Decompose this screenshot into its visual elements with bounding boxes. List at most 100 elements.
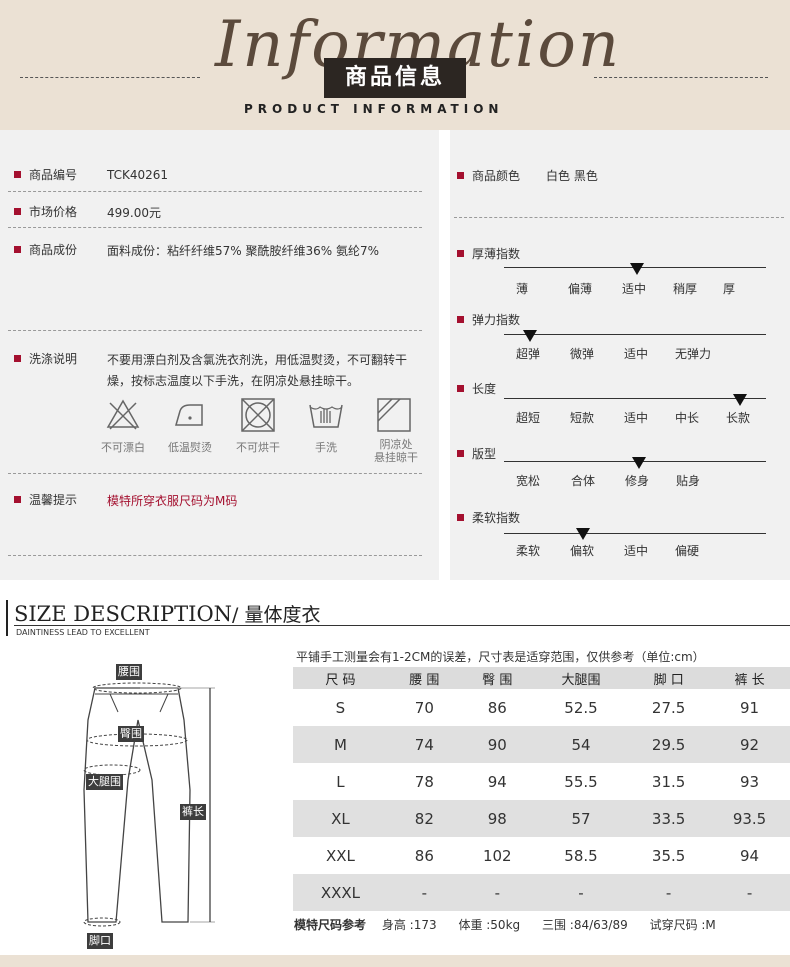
size-title-bar bbox=[6, 600, 8, 636]
scale-tick: 稍厚 bbox=[673, 282, 698, 296]
softness-scale-label: 柔软指数 bbox=[457, 509, 520, 526]
softness-scale-line bbox=[504, 533, 766, 534]
color-row: 商品颜色 bbox=[457, 167, 520, 184]
table-row: M 74 90 54 29.5 92 bbox=[293, 726, 790, 763]
fit-marker-icon bbox=[632, 457, 646, 469]
scale-tick: 薄 bbox=[516, 282, 529, 296]
softness-marker-icon bbox=[576, 528, 590, 540]
bullet-icon bbox=[14, 496, 21, 503]
waist-tag: 腰围 bbox=[116, 664, 142, 680]
model-measurements: 三围 :84/63/89 bbox=[541, 918, 628, 932]
divider bbox=[8, 191, 422, 192]
scale-tick: 适中 bbox=[624, 544, 649, 558]
divider bbox=[8, 473, 422, 474]
table-cell: 94 bbox=[487, 772, 507, 791]
table-cell: 94 bbox=[739, 846, 760, 865]
scale-tick: 偏软 bbox=[570, 544, 595, 558]
table-cell: 27.5 bbox=[651, 698, 686, 717]
table-cell: 78 bbox=[414, 772, 434, 791]
table-cell: 70 bbox=[414, 698, 434, 717]
hem-tag: 脚口 bbox=[87, 933, 113, 949]
table-cell: 58.5 bbox=[564, 846, 598, 865]
scale-tick: 柔软 bbox=[516, 544, 541, 558]
size-table: 尺 码 腰 围 臀 围 大腿围 脚 口 裤 长 S 70 86 52.5 27.… bbox=[293, 667, 790, 911]
model-height: 身高 :173 bbox=[381, 918, 437, 932]
col-header: 脚 口 bbox=[628, 667, 710, 689]
bullet-icon bbox=[14, 355, 21, 362]
product-attributes-panel: 商品颜色 白色 黑色 厚薄指数 薄 偏薄 适中 稍厚 厚 弹力指数 超弹 微弹 … bbox=[450, 130, 790, 580]
no-bleach-label: 不可漂白 bbox=[101, 441, 145, 454]
table-cell: 52.5 bbox=[564, 698, 598, 717]
table-cell: 102 bbox=[482, 846, 512, 865]
divider bbox=[8, 330, 422, 331]
length-scale-label: 长度 bbox=[457, 380, 496, 397]
size-title-underline bbox=[14, 625, 790, 626]
table-row: L 78 94 55.5 31.5 93 bbox=[293, 763, 790, 800]
market-price-value: 499.00元 bbox=[107, 206, 161, 220]
bullet-icon bbox=[457, 514, 464, 521]
table-cell: 31.5 bbox=[651, 772, 686, 791]
fit-scale-label: 版型 bbox=[457, 445, 496, 462]
table-cell: 54 bbox=[533, 726, 629, 763]
col-header: 尺 码 bbox=[293, 667, 388, 689]
table-cell: XXXL bbox=[293, 874, 388, 911]
scale-tick: 厚 bbox=[723, 282, 736, 296]
bullet-icon bbox=[457, 316, 464, 323]
table-cell: 29.5 bbox=[628, 726, 710, 763]
col-header: 臀 围 bbox=[460, 667, 534, 689]
size-note: 平铺手工测量会有1-2CM的误差，尺寸表是适穿范围，仅供参考（单位:cm） bbox=[296, 650, 705, 664]
table-cell: - bbox=[628, 874, 710, 911]
low-iron-icon bbox=[175, 404, 203, 426]
col-header: 腰 围 bbox=[387, 667, 461, 689]
size-section-subtitle: DAINTINESS LEAD TO EXCELLENT bbox=[16, 628, 150, 637]
hand-wash-label: 手洗 bbox=[315, 441, 337, 454]
product-code-value: TCK40261 bbox=[107, 168, 169, 182]
bullet-icon bbox=[457, 172, 464, 179]
composition-row: 商品成份 bbox=[14, 241, 77, 258]
market-price-row: 市场价格 bbox=[14, 203, 77, 220]
bullet-icon bbox=[457, 250, 464, 257]
model-size-reference: 模特尺码参考 身高 :173 体重 :50kg 三围 :84/63/89 试穿尺… bbox=[294, 916, 734, 933]
washing-row: 洗涤说明 bbox=[14, 350, 77, 367]
size-section-title: SIZE DESCRIPTION/ 量体度衣 bbox=[14, 602, 321, 626]
trousers-diagram bbox=[83, 682, 215, 927]
scale-tick: 适中 bbox=[624, 347, 649, 361]
hand-wash-icon bbox=[309, 404, 343, 428]
table-cell: - bbox=[387, 874, 461, 911]
shade-dry-icon bbox=[377, 398, 411, 432]
table-row: XXXL - - - - - bbox=[293, 874, 790, 911]
table-row: S 70 86 52.5 27.5 91 bbox=[293, 689, 790, 726]
header-banner: Information 商品信息 PRODUCT INFORMATION bbox=[0, 0, 790, 130]
scale-tick: 超短 bbox=[516, 411, 541, 425]
elasticity-marker-icon bbox=[523, 330, 537, 342]
table-cell: 92 bbox=[709, 726, 790, 763]
scale-tick: 短款 bbox=[570, 411, 595, 425]
bullet-icon bbox=[14, 171, 21, 178]
table-cell: 98 bbox=[460, 800, 534, 837]
bullet-icon bbox=[457, 385, 464, 392]
table-cell: 93.5 bbox=[709, 800, 790, 837]
elasticity-scale-line bbox=[504, 334, 766, 335]
table-cell: 93 bbox=[739, 772, 760, 791]
table-cell: 91 bbox=[739, 698, 760, 717]
tips-row: 温馨提示 bbox=[14, 491, 77, 508]
bottom-band bbox=[0, 955, 790, 967]
scale-tick: 修身 bbox=[625, 474, 650, 488]
no-tumble-dry-icon bbox=[241, 398, 275, 432]
table-cell: - bbox=[460, 874, 534, 911]
product-info-panel: 商品编号 TCK40261 市场价格 499.00元 商品成份 面料成份：粘纤纤… bbox=[0, 130, 439, 580]
col-header: 大腿围 bbox=[533, 667, 629, 689]
divider bbox=[8, 555, 422, 556]
table-cell: M bbox=[293, 726, 388, 763]
bullet-icon bbox=[14, 246, 21, 253]
scale-tick: 合体 bbox=[571, 474, 596, 488]
scale-tick: 适中 bbox=[622, 282, 647, 296]
thickness-marker-icon bbox=[630, 263, 644, 275]
no-bleach-icon bbox=[106, 399, 140, 430]
scale-tick: 宽松 bbox=[516, 474, 541, 488]
scale-tick: 超弹 bbox=[516, 347, 541, 361]
scale-tick: 偏硬 bbox=[675, 544, 700, 558]
scale-tick: 中长 bbox=[675, 411, 700, 425]
composition-value: 面料成份：粘纤纤维57% 聚酰胺纤维36% 氨纶7% bbox=[107, 244, 380, 258]
scale-tick: 微弹 bbox=[570, 347, 595, 361]
